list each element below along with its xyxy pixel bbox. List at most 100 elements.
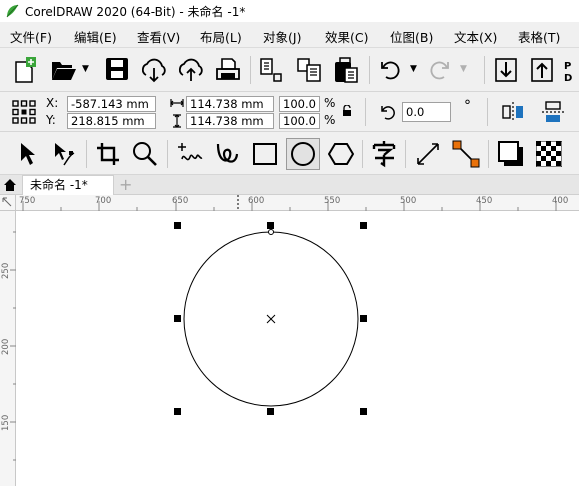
shape-tool-icon[interactable]: [52, 141, 76, 167]
transparency-tool-icon[interactable]: [536, 141, 562, 167]
add-tab-icon[interactable]: +: [119, 175, 132, 194]
selection-handle-bottom-left[interactable]: [174, 408, 181, 415]
toolbar-separator: [250, 56, 251, 84]
parallel-dimension-tool-icon[interactable]: [415, 141, 441, 167]
scale-width-field[interactable]: 100.0: [279, 96, 320, 112]
crop-tool-icon[interactable]: [96, 142, 120, 166]
toolbar-separator: [488, 140, 489, 168]
horizontal-ruler[interactable]: 750 700 650 600 550 500 450 400: [16, 195, 579, 211]
export-arrow-icon[interactable]: [530, 57, 554, 83]
cloud-download-icon[interactable]: [140, 57, 168, 83]
mirror-vertical-icon[interactable]: [540, 100, 566, 124]
freehand-tool-icon[interactable]: [176, 141, 204, 167]
import-icon[interactable]: [258, 57, 284, 83]
ruler-origin-icon: [2, 197, 12, 207]
menu-bitmaps[interactable]: 位图(B): [390, 27, 433, 46]
y-label: Y:: [46, 113, 56, 127]
toolbar-separator: [365, 98, 366, 126]
percent-label: %: [324, 96, 336, 110]
ruler-label: 450: [476, 196, 493, 206]
standard-toolbar: ▼ ▼ ▼ P D: [0, 48, 579, 92]
menu-file[interactable]: 文件(F): [10, 27, 52, 46]
ellipse-tool-icon: [291, 142, 315, 166]
menu-edit[interactable]: 编辑(E): [74, 27, 117, 46]
rotation-field[interactable]: 0.0: [402, 102, 451, 122]
selection-handle-top[interactable]: [267, 222, 274, 229]
svg-text:P: P: [564, 61, 571, 72]
toolbar-separator: [484, 56, 485, 84]
mirror-horizontal-icon[interactable]: [500, 100, 526, 124]
toolbar-separator: [405, 140, 406, 168]
document-tab-bar: 未命名 -1* +: [0, 175, 579, 195]
selection-handle-right[interactable]: [360, 315, 367, 322]
ruler-origin[interactable]: [0, 195, 16, 211]
publish-pdf-partial-icon[interactable]: P D: [564, 58, 579, 84]
polygon-tool-icon[interactable]: [328, 141, 354, 167]
menu-text[interactable]: 文本(X): [454, 27, 497, 46]
selection-handle-bottom-right[interactable]: [360, 408, 367, 415]
y-position-field[interactable]: 218.815 mm: [67, 113, 156, 129]
width-field[interactable]: 114.738 mm: [186, 96, 274, 112]
toolbar-separator: [369, 56, 370, 84]
width-icon: [170, 99, 184, 107]
height-icon: [173, 114, 181, 128]
print-icon[interactable]: [215, 57, 241, 83]
pick-tool-icon[interactable]: [18, 141, 38, 167]
selection-handle-left[interactable]: [174, 315, 181, 322]
object-origin-icon[interactable]: [12, 100, 36, 124]
percent-label: %: [324, 113, 336, 127]
import-arrow-icon[interactable]: [494, 57, 518, 83]
selection-handle-top-right[interactable]: [360, 222, 367, 229]
scale-height-field[interactable]: 100.0: [279, 113, 320, 129]
redo-icon[interactable]: [428, 58, 452, 82]
connector-tool-icon[interactable]: [452, 140, 480, 168]
undo-icon[interactable]: [378, 58, 402, 82]
save-icon[interactable]: [105, 57, 129, 81]
chevron-down-icon[interactable]: ▼: [82, 64, 89, 74]
toolbar-separator: [86, 140, 87, 168]
property-bar: X: Y: -587.143 mm 218.815 mm 114.738 mm …: [0, 92, 579, 132]
open-folder-icon[interactable]: [50, 58, 78, 82]
menu-effects[interactable]: 效果(C): [325, 27, 368, 46]
lock-ratio-icon[interactable]: [342, 105, 352, 117]
export-icon[interactable]: [296, 57, 322, 83]
text-tool-icon[interactable]: [371, 140, 397, 168]
ruler-label: 600: [248, 196, 265, 206]
new-document-icon[interactable]: [12, 56, 38, 84]
menu-object[interactable]: 对象(J): [263, 27, 301, 46]
chevron-down-icon[interactable]: ▼: [460, 64, 467, 74]
ruler-label: 550: [324, 196, 341, 206]
publish-pdf-icon[interactable]: [333, 56, 359, 84]
window-title: CorelDRAW 2020 (64-Bit) - 未命名 -1*: [25, 4, 246, 19]
cloud-upload-icon[interactable]: [177, 57, 205, 83]
chevron-down-icon[interactable]: ▼: [410, 64, 417, 74]
ruler-label: 500: [400, 196, 417, 206]
zoom-tool-icon[interactable]: [132, 141, 158, 167]
artistic-media-tool-icon[interactable]: [214, 140, 240, 168]
tab-label: 未命名 -1*: [30, 178, 88, 192]
height-field[interactable]: 114.738 mm: [186, 113, 274, 129]
selection-handle-bottom[interactable]: [267, 408, 274, 415]
drawing-canvas[interactable]: [17, 212, 579, 486]
ellipse-tool-button[interactable]: [286, 138, 320, 170]
ruler-label: 650: [172, 196, 189, 206]
x-position-field[interactable]: -587.143 mm: [67, 96, 156, 112]
title-bar: CorelDRAW 2020 (64-Bit) - 未命名 -1*: [0, 0, 579, 22]
toolbox: [0, 132, 579, 175]
rectangle-tool-icon[interactable]: [252, 142, 278, 166]
ruler-label: 200: [1, 338, 11, 355]
ruler-label: 700: [95, 196, 112, 206]
menu-layout[interactable]: 布局(L): [200, 27, 242, 46]
coreldraw-logo-icon: [6, 4, 19, 18]
drop-shadow-tool-icon[interactable]: [497, 140, 525, 168]
tab-untitled-1[interactable]: 未命名 -1*: [22, 175, 114, 195]
menu-table[interactable]: 表格(T): [518, 27, 560, 46]
selected-circle[interactable]: [17, 212, 579, 486]
toolbar-separator: [362, 140, 363, 168]
degree-label: °: [464, 98, 471, 114]
home-icon[interactable]: [3, 178, 17, 192]
vertical-ruler[interactable]: 250 200 150: [0, 211, 16, 486]
rotate-icon: [381, 106, 395, 120]
menu-view[interactable]: 查看(V): [137, 27, 180, 46]
selection-handle-top-left[interactable]: [174, 222, 181, 229]
